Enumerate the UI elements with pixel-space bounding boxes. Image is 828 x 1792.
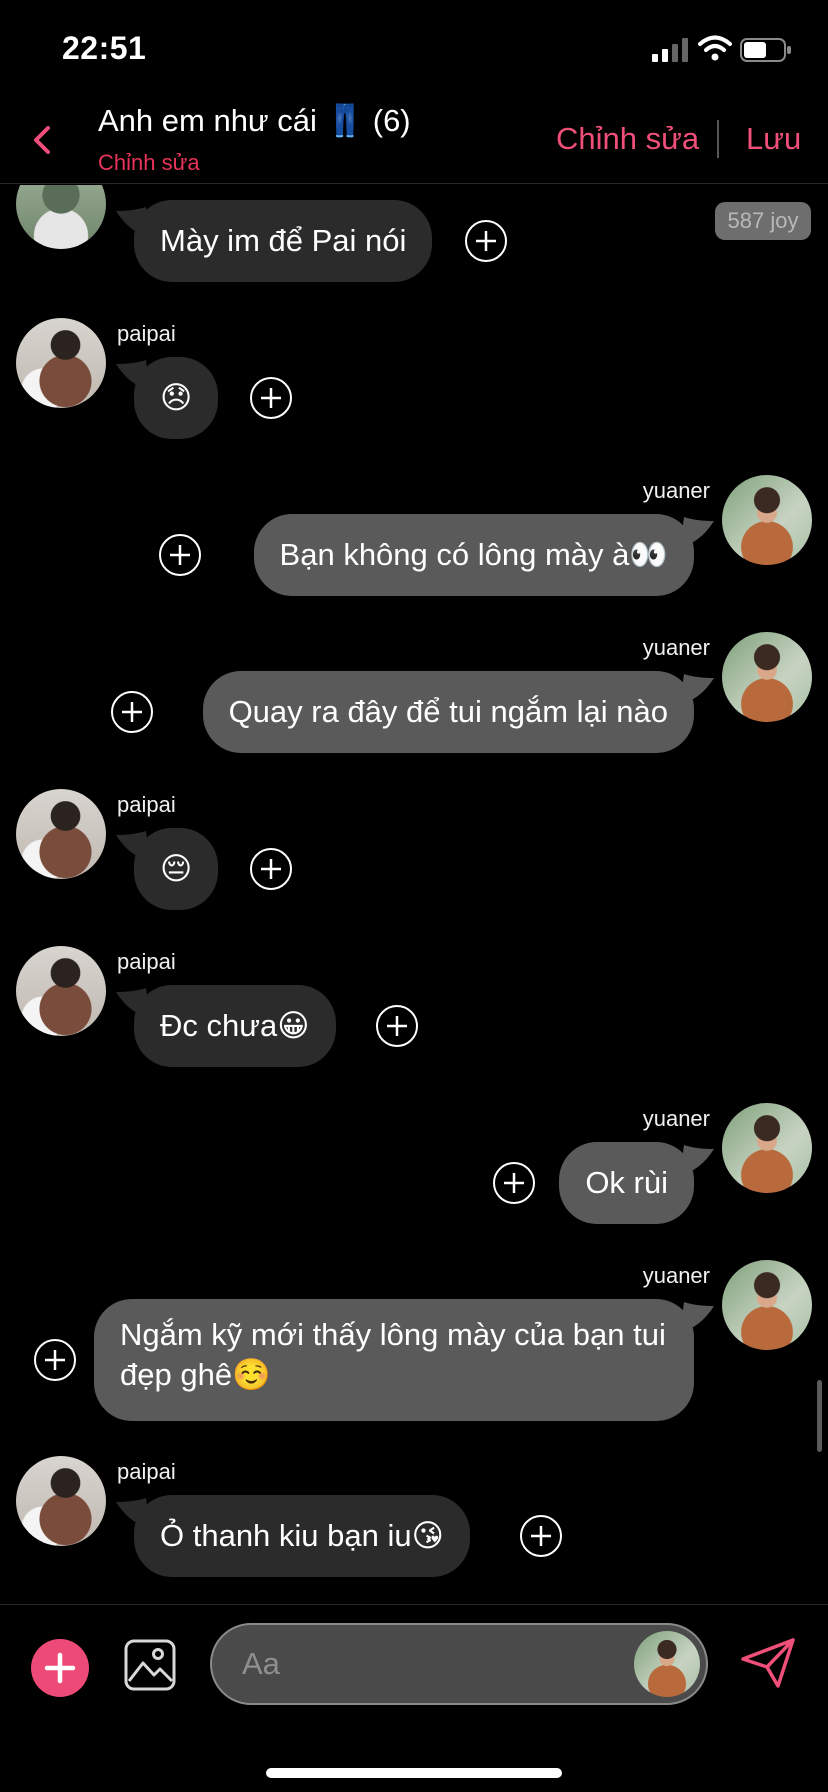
avatar[interactable] (722, 475, 812, 565)
avatar[interactable] (722, 632, 812, 722)
avatar[interactable] (16, 789, 106, 879)
chat-header: Anh em như cái 👖 (6) Chỉnh sửa Chỉnh sửa… (0, 96, 828, 184)
plus-circle-icon[interactable] (158, 533, 202, 577)
sender-name: paipai (117, 949, 176, 974)
status-time: 22:51 (62, 30, 147, 66)
message-bubble[interactable]: Ok rùi (559, 1142, 694, 1224)
plus-circle-icon[interactable] (110, 690, 154, 734)
sender-name: paipai (117, 321, 176, 346)
status-bar: 22:51 (0, 0, 828, 100)
plus-circle-icon[interactable] (249, 376, 293, 420)
plus-circle-icon[interactable] (464, 219, 508, 263)
header-divider (717, 120, 719, 158)
plus-circle-icon[interactable] (375, 1004, 419, 1048)
sender-name: yuaner (642, 478, 710, 503)
message-bubble[interactable]: 😞 (134, 357, 219, 439)
avatar[interactable] (722, 1260, 812, 1350)
add-button[interactable] (31, 1639, 89, 1697)
message-list[interactable]: Mày im để Pai nói 587 joy paipai 😞 yuane… (0, 185, 828, 1603)
chat-title: Anh em như cái 👖 (6) (98, 103, 411, 138)
composer-bar: Aa (0, 1604, 828, 1792)
message-bubble[interactable]: Đc chưa😀 (134, 985, 336, 1067)
plus-circle-icon[interactable] (519, 1514, 563, 1558)
message-bubble[interactable]: Quay ra đây để tui ngắm lại nào (202, 671, 694, 753)
avatar[interactable] (16, 318, 106, 408)
message-bubble[interactable]: Ỏ thanh kiu bạn iu😘 (134, 1495, 470, 1577)
avatar[interactable] (722, 1103, 812, 1193)
save-button[interactable]: Lưu (746, 121, 801, 157)
sender-name: yuaner (642, 1263, 710, 1288)
send-icon[interactable] (740, 1637, 796, 1689)
sender-name: yuaner (642, 1106, 710, 1131)
image-icon[interactable] (124, 1639, 176, 1691)
message-bubble[interactable]: Ngắm kỹ mới thấy lông mày của bạn tui đẹ… (94, 1299, 694, 1421)
sender-name: paipai (117, 1459, 176, 1484)
plus-circle-icon[interactable] (33, 1338, 77, 1382)
edit-button[interactable]: Chỉnh sửa (556, 121, 699, 157)
chat-subtitle[interactable]: Chỉnh sửa (98, 150, 200, 176)
message-bubble[interactable]: Mày im để Pai nói (134, 200, 433, 282)
message-bubble[interactable]: 😔 (134, 828, 219, 910)
message-input[interactable]: Aa (210, 1623, 708, 1705)
wifi-icon (698, 35, 732, 61)
battery-icon (740, 38, 791, 62)
joy-badge: 587 joy (715, 202, 811, 240)
avatar[interactable] (16, 185, 106, 249)
home-indicator[interactable] (266, 1768, 562, 1778)
avatar[interactable] (16, 1456, 106, 1546)
sender-name: paipai (117, 792, 176, 817)
sender-name: yuaner (642, 635, 710, 660)
scrollbar[interactable] (817, 1380, 822, 1452)
avatar[interactable] (16, 946, 106, 1036)
add-icon (44, 1652, 76, 1684)
signal-icon (652, 38, 688, 62)
plus-circle-icon[interactable] (249, 847, 293, 891)
input-placeholder: Aa (242, 1646, 280, 1681)
message-bubble[interactable]: Bạn không có lông mày à👀 (253, 514, 694, 596)
plus-circle-icon[interactable] (492, 1161, 536, 1205)
back-icon[interactable] (28, 120, 58, 160)
input-avatar[interactable] (634, 1631, 700, 1697)
